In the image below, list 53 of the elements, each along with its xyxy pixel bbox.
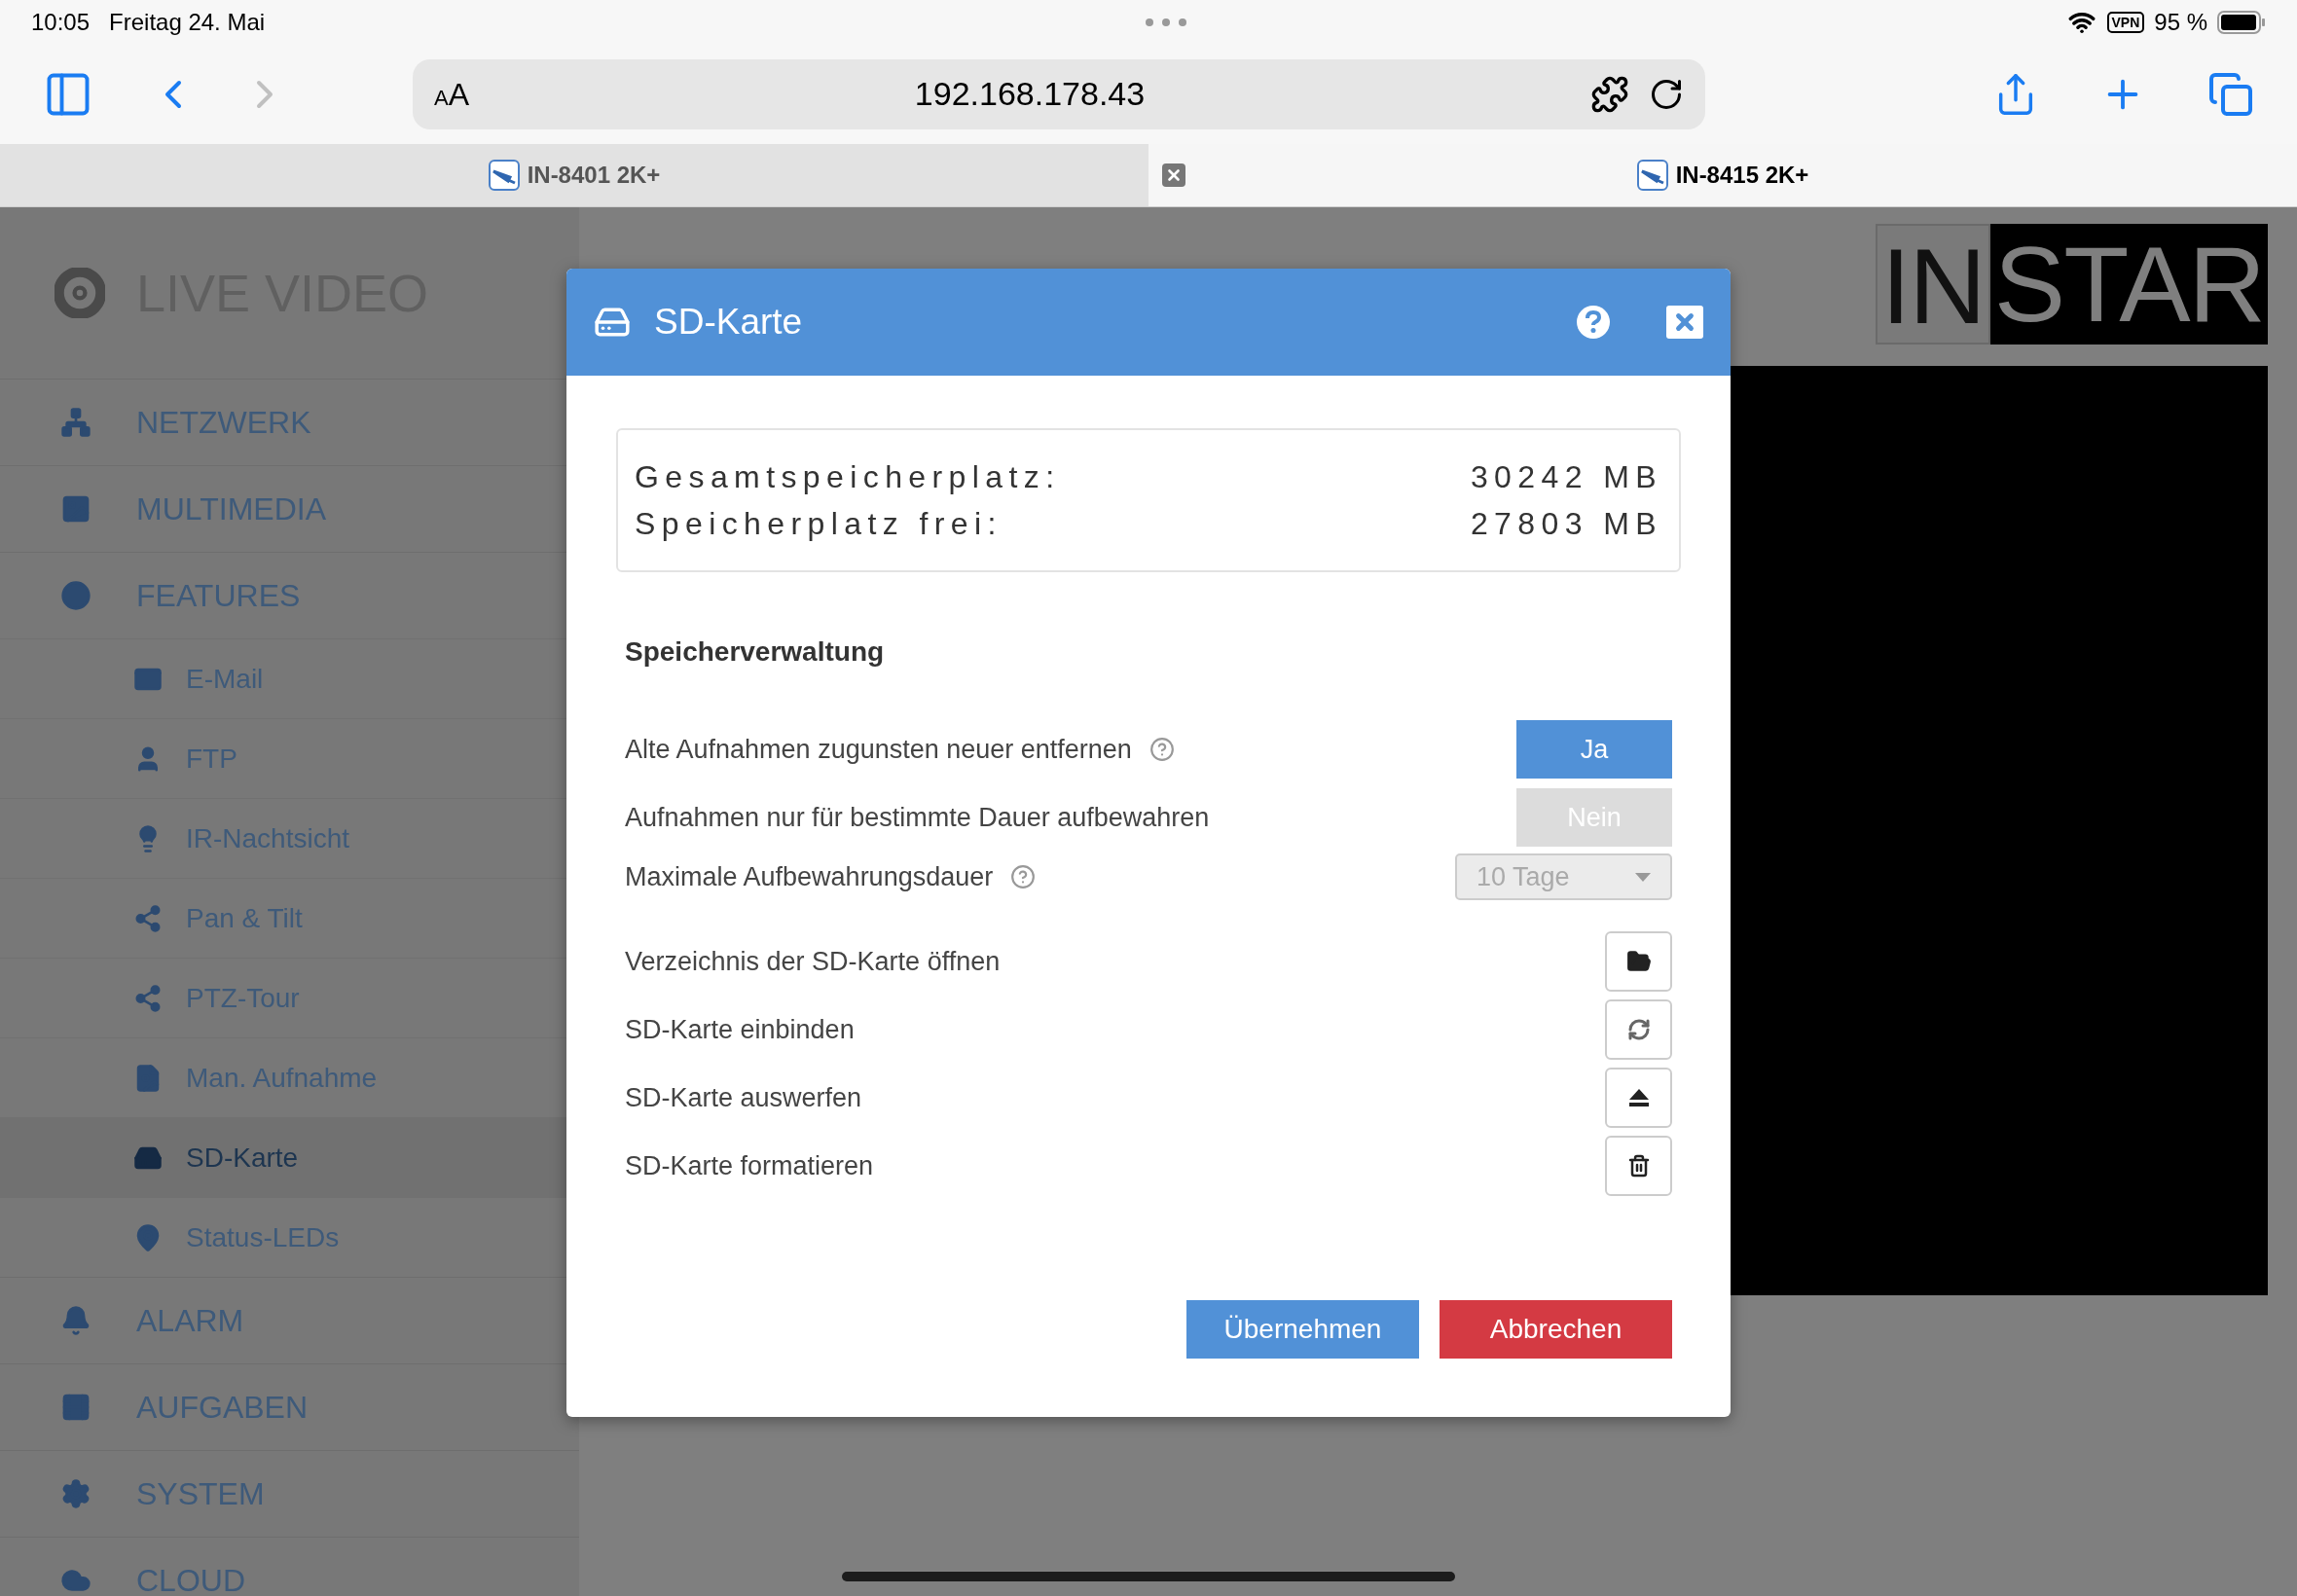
eject-icon (1627, 1088, 1650, 1107)
dialog-title: SD-Karte (654, 301, 803, 345)
share-icon (133, 983, 163, 1013)
setting-label: SD-Karte formatieren (625, 1149, 874, 1182)
apply-button[interactable]: Übernehmen (1186, 1300, 1419, 1359)
camera-favicon (488, 160, 520, 191)
action-button[interactable] (1605, 1068, 1672, 1128)
setting-label: Alte Aufnahmen zugunsten neuer entfernen (625, 733, 1132, 766)
bell-icon (60, 1305, 91, 1336)
status-time: 10:05 (31, 7, 91, 37)
storage-value: 27803 MB (1470, 505, 1662, 543)
url-text: 192.168.178.43 (913, 74, 1147, 114)
live-video-icon (55, 268, 105, 318)
setting-label: SD-Karte einbinden (625, 1013, 855, 1046)
storage-label: Speicherplatz frei: (635, 505, 1003, 543)
storage-value: 30242 MB (1470, 458, 1662, 496)
folder-icon (1625, 949, 1652, 974)
section-title: Speicherverwaltung (625, 635, 886, 669)
close-icon[interactable] (1666, 306, 1703, 339)
close-tab-icon[interactable] (1162, 163, 1185, 187)
address-bar[interactable]: AA 192.168.178.43 (413, 58, 1705, 129)
setting-label: SD-Karte auswerfen (625, 1081, 862, 1114)
toggle-button[interactable]: Ja (1516, 720, 1672, 779)
setting-label: Maximale Aufbewahrungsdauer (625, 860, 994, 893)
dropdown-caret-icon (1635, 872, 1651, 882)
tabs-icon[interactable] (2207, 70, 2254, 118)
vpn-badge: VPN (2106, 11, 2145, 33)
setting-label: Aufnahmen nur für bestimmte Dauer aufbewahren (625, 801, 1210, 834)
sidebar-item[interactable]: CLOUD (0, 1537, 579, 1596)
status-date: Freitag 24. Mai (109, 7, 266, 37)
battery-icon (2217, 10, 2266, 34)
browser-tab[interactable]: IN-8401 2K+ (0, 144, 1148, 206)
help-icon[interactable] (1148, 737, 1175, 762)
brand-logo: INSTAR (1875, 224, 2268, 345)
more-dots-icon[interactable] (1145, 17, 1188, 27)
trash-icon (1626, 1154, 1651, 1178)
action-button[interactable] (1605, 931, 1672, 992)
gear-icon (60, 1478, 91, 1509)
puzzle-icon[interactable] (1590, 74, 1629, 114)
action-button[interactable] (1605, 1136, 1672, 1196)
text-size-button[interactable]: AA (434, 70, 470, 118)
browser-tab[interactable]: IN-8415 2K+ (1148, 144, 2297, 206)
network-icon (60, 407, 91, 438)
camera-favicon (1636, 160, 1668, 191)
refresh-icon (1626, 1018, 1651, 1041)
cancel-button[interactable]: Abbrechen (1440, 1300, 1672, 1359)
setting-label: Verzeichnis der SD-Karte öffnen (625, 945, 1001, 978)
share-icon (133, 903, 163, 933)
sidebar-item[interactable]: SYSTEM (0, 1450, 579, 1537)
storage-label: Gesamtspeicherplatz: (635, 458, 1061, 496)
dot-icon (60, 580, 91, 611)
help-icon[interactable] (1577, 306, 1610, 339)
battery-percent: 95 % (2154, 7, 2207, 37)
